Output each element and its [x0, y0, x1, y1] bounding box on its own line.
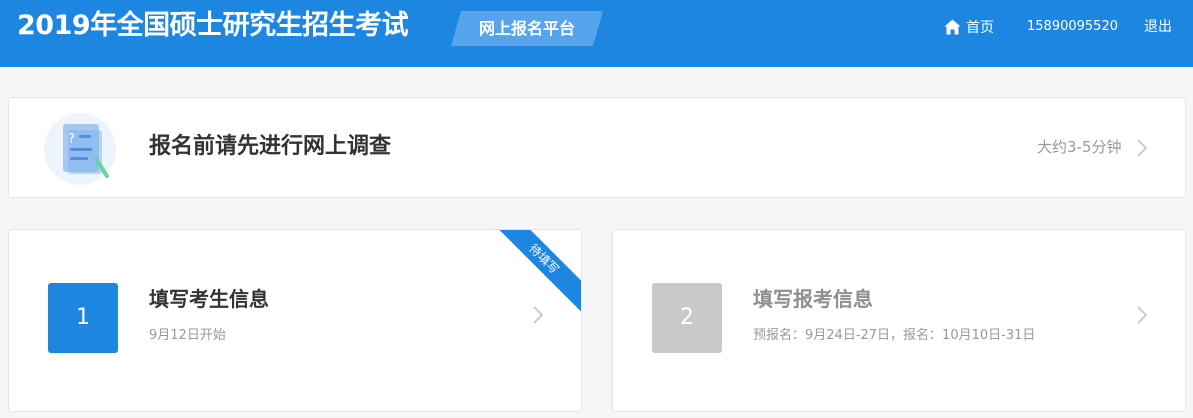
platform-badge-label: 网上报名平台: [478, 19, 575, 38]
chevron-right-icon: [1137, 306, 1148, 324]
nav-home-label: 首页: [966, 20, 994, 36]
step-title: 填写考生信息: [149, 287, 269, 311]
step-number-badge: 2: [652, 283, 722, 353]
step-subtitle: 9月12日开始: [149, 328, 226, 343]
step-card-application-info[interactable]: 2 填写报考信息 预报名：9月24日-27日，报名：10月10日-31日: [612, 229, 1186, 412]
site-title: 2019年全国硕士研究生招生考试: [17, 10, 409, 41]
survey-card[interactable]: ? 报名前请先进行网上调查 大约3-5分钟: [8, 97, 1186, 198]
survey-document-icon: ?: [44, 113, 116, 185]
chevron-right-icon: [1137, 139, 1148, 157]
chevron-right-icon: [533, 306, 544, 324]
step-number-badge: 1: [48, 283, 118, 353]
step-card-candidate-info[interactable]: 1 填写考生信息 9月12日开始 待填写: [8, 229, 582, 412]
survey-title: 报名前请先进行网上调查: [149, 134, 392, 159]
top-header: 2019年全国硕士研究生招生考试 网上报名平台 首页 15890095520 退…: [0, 0, 1193, 67]
nav-user-phone[interactable]: 15890095520: [1027, 17, 1118, 37]
nav-logout-link[interactable]: 退出: [1144, 17, 1172, 37]
step-subtitle: 预报名：9月24日-27日，报名：10月10日-31日: [753, 328, 1036, 343]
survey-time-estimate: 大约3-5分钟: [1037, 138, 1122, 156]
svg-text:?: ?: [68, 132, 75, 147]
nav-home-link[interactable]: 首页: [944, 17, 994, 37]
step-title: 填写报考信息: [753, 287, 873, 311]
platform-badge: 网上报名平台: [451, 11, 603, 46]
home-icon: [944, 19, 961, 35]
